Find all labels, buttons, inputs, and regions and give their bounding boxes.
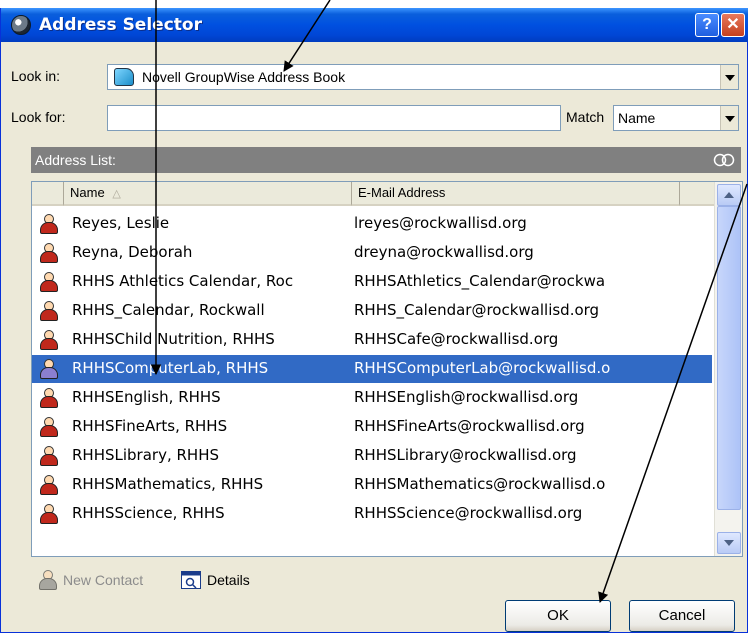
contact-email: dreyna@rockwallisd.org [354, 243, 534, 261]
contact-name: RHHSEnglish, RHHS [72, 388, 221, 406]
contact-email: RHHSScience@rockwallisd.org [354, 504, 583, 522]
address-selector-dialog: Address Selector ? ✕ Look in: Novell Gro… [0, 8, 748, 633]
table-row[interactable]: RHHS Athletics Calendar, Roc RHHSAthletic… [32, 268, 712, 296]
contact-person-icon [40, 272, 58, 292]
name-column-label: Name [70, 185, 105, 200]
sort-ascending-icon: △ [112, 188, 121, 200]
scroll-up-button[interactable] [717, 184, 741, 206]
table-row[interactable]: RHHSComputerLab, RHHS RHHSComputerLab@roc… [32, 355, 712, 383]
help-button[interactable]: ? [695, 13, 719, 37]
table-row[interactable]: RHHSFineArts, RHHS RHHSFineArts@rockwalli… [32, 413, 712, 441]
contact-person-icon [40, 359, 58, 379]
contact-person-icon [40, 475, 58, 495]
contact-person-icon [40, 417, 58, 437]
contact-email: RHHS_Calendar@rockwallisd.org [354, 301, 600, 319]
contact-person-icon [40, 504, 58, 524]
contact-name: RHHS Athletics Calendar, Roc [72, 272, 294, 290]
contact-email: RHHSComputerLab@rockwallisd.o [354, 359, 611, 377]
table-row[interactable]: Reyna, Deborah dreyna@rockwallisd.org [32, 239, 712, 267]
close-button[interactable]: ✕ [721, 13, 745, 37]
contact-email: RHHSCafe@rockwallisd.org [354, 330, 559, 348]
look-in-label: Look in: [11, 68, 61, 84]
contact-name: RHHSChild Nutrition, RHHS [72, 330, 275, 348]
details-icon [181, 571, 201, 589]
contact-name: Reyes, Leslie [72, 214, 170, 232]
scroll-down-button[interactable] [717, 532, 741, 554]
contact-email: RHHSFineArts@rockwallisd.org [354, 417, 585, 435]
contact-name: RHHSScience, RHHS [72, 504, 225, 522]
table-row[interactable]: RHHSMathematics, RHHS RHHSMathematics@roc… [32, 471, 712, 499]
contact-email: RHHSLibrary@rockwallisd.org [354, 446, 577, 464]
scroll-thumb[interactable] [717, 206, 741, 510]
extra-column-header[interactable] [680, 182, 716, 206]
new-contact-label: New Contact [63, 572, 144, 588]
contact-email: RHHSMathematics@rockwallisd.o [354, 475, 606, 493]
address-list-label: Address List: [35, 152, 116, 168]
match-value: Name [618, 110, 656, 126]
email-column-label: E-Mail Address [358, 185, 446, 200]
contact-person-icon [40, 388, 58, 408]
chevron-down-icon[interactable] [720, 106, 738, 130]
name-column-header[interactable]: Name △ [64, 182, 352, 206]
contact-email: lreyes@rockwallisd.org [354, 214, 527, 232]
address-list-header: Address List: [31, 147, 741, 173]
details-label: Details [207, 572, 250, 588]
email-column-header[interactable]: E-Mail Address [352, 182, 680, 206]
new-contact-icon [39, 570, 57, 590]
groupwise-globe-icon [11, 15, 31, 35]
contact-person-icon [40, 446, 58, 466]
vertical-scrollbar[interactable] [714, 182, 742, 556]
contact-name: RHHSMathematics, RHHS [72, 475, 264, 493]
window-title: Address Selector [39, 15, 202, 35]
look-for-input[interactable] [107, 105, 561, 131]
contact-name: RHHSFineArts, RHHS [72, 417, 228, 435]
contact-name: RHHSComputerLab, RHHS [72, 359, 269, 377]
contact-person-icon [40, 301, 58, 321]
ok-button[interactable]: OK [505, 600, 611, 632]
look-in-dropdown[interactable]: Novell GroupWise Address Book [107, 64, 739, 90]
match-label: Match [566, 109, 605, 125]
contact-person-icon [40, 243, 58, 263]
table-row[interactable]: Reyes, Leslie lreyes@rockwallisd.org [32, 210, 712, 238]
match-dropdown[interactable]: Name [613, 105, 739, 131]
table-row[interactable]: RHHSEnglish, RHHS RHHSEnglish@rockwallisd… [32, 384, 712, 412]
table-row[interactable]: RHHS_Calendar, Rockwall RHHS_Calendar@roc… [32, 297, 712, 325]
icon-column-header[interactable] [32, 182, 64, 206]
contact-person-icon [40, 214, 58, 234]
look-for-label: Look for: [11, 109, 66, 125]
title-bar[interactable]: Address Selector ? ✕ [1, 8, 748, 42]
contact-name: RHHS_Calendar, Rockwall [72, 301, 265, 319]
contact-email: RHHSEnglish@rockwallisd.org [354, 388, 579, 406]
contact-person-icon [40, 330, 58, 350]
cancel-button[interactable]: Cancel [629, 600, 735, 632]
table-row[interactable]: RHHSScience, RHHS RHHSScience@rockwallisd… [32, 500, 712, 528]
contact-email: RHHSAthletics_Calendar@rockwa [354, 272, 606, 290]
contact-name: Reyna, Deborah [72, 243, 193, 261]
address-list[interactable]: Name △ E-Mail Address Reyes, Leslie lreye… [31, 181, 743, 557]
table-row[interactable]: RHHSChild Nutrition, RHHS RHHSCafe@rockwa… [32, 326, 712, 354]
linked-rings-icon[interactable] [713, 152, 735, 168]
contact-name: RHHSLibrary, RHHS [72, 446, 219, 464]
chevron-down-icon[interactable] [720, 65, 738, 89]
look-in-value: Novell GroupWise Address Book [142, 69, 346, 85]
address-book-icon [114, 68, 134, 86]
table-row[interactable]: RHHSLibrary, RHHS RHHSLibrary@rockwallisd… [32, 442, 712, 470]
